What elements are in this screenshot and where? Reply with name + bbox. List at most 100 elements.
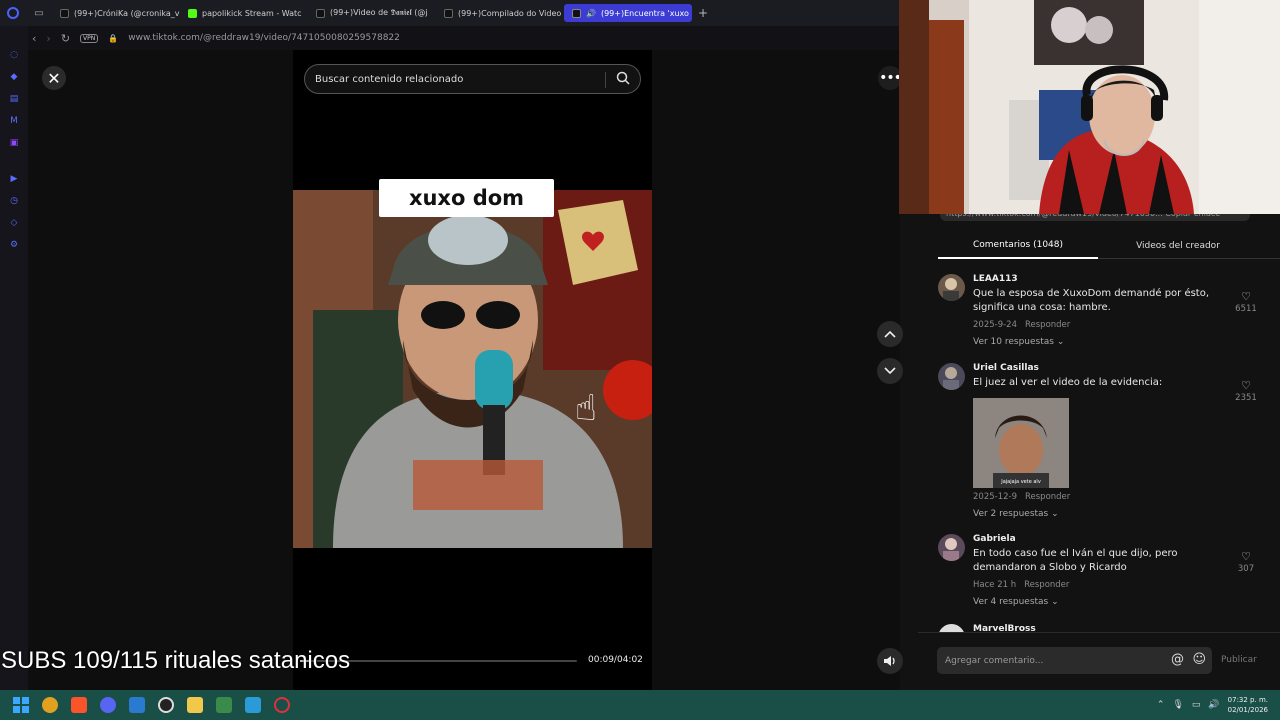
next-video-button[interactable] bbox=[877, 358, 903, 384]
tab-label: (99+)CróniKa (@cronika_v bbox=[74, 8, 180, 18]
comment-username[interactable]: Uriel Casillas bbox=[973, 363, 1039, 373]
microphone-icon[interactable]: 🎙 bbox=[1172, 700, 1183, 710]
opera-logo-icon[interactable] bbox=[0, 0, 26, 26]
avatar[interactable] bbox=[938, 363, 965, 390]
reply-button[interactable]: Responder bbox=[1025, 492, 1070, 502]
clock[interactable]: 07:32 p. m. 02/01/2026 bbox=[1228, 695, 1268, 715]
like-button[interactable]: ♡ 307 bbox=[1235, 550, 1257, 574]
view-replies-label: Ver 2 respuestas bbox=[973, 509, 1049, 519]
avatar[interactable] bbox=[938, 534, 965, 561]
mention-icon[interactable]: @ bbox=[1171, 652, 1184, 667]
tab-label: papolikick Stream - Watc bbox=[202, 8, 302, 18]
crypto-wallet-icon[interactable]: ◆ bbox=[8, 72, 20, 82]
tab-label: (99+)Encuentra 'xuxo bbox=[600, 8, 689, 18]
tab-label: (99+)Compilado do Video bbox=[458, 8, 562, 18]
settings-icon[interactable]: ⚙ bbox=[8, 240, 20, 250]
comment-text: El juez al ver el video de la evidencia: bbox=[973, 377, 1163, 388]
comment-date: 2025-9-24 bbox=[973, 320, 1017, 330]
search-icon[interactable] bbox=[616, 71, 630, 85]
tab-comments[interactable]: Comentarios (1048) bbox=[938, 233, 1098, 259]
chevron-up-icon[interactable]: ⌃ bbox=[1157, 700, 1165, 710]
folder-icon bbox=[186, 697, 203, 713]
chevron-down-icon: ⌄ bbox=[1056, 337, 1065, 347]
gamepad-icon bbox=[215, 697, 232, 713]
panel-tabs: Comentarios (1048) Videos del creador bbox=[938, 233, 1280, 259]
lock-icon[interactable]: 🔒 bbox=[108, 34, 118, 43]
comment-input-placeholder: Agregar comentario... bbox=[945, 655, 1044, 666]
volume-button[interactable] bbox=[877, 648, 903, 674]
avatar[interactable] bbox=[938, 274, 965, 301]
player-icon[interactable]: ▶ bbox=[8, 174, 20, 184]
tiktok-icon bbox=[444, 8, 453, 18]
extensions-icon[interactable]: ◇ bbox=[8, 218, 20, 228]
webcam-image bbox=[899, 0, 1280, 214]
chevron-up-icon bbox=[884, 330, 896, 338]
emoji-icon[interactable]: ☺ bbox=[1192, 652, 1206, 667]
view-replies-button[interactable]: Ver 10 respuestas ⌄ bbox=[973, 337, 1064, 347]
video-player[interactable]: ☝ bbox=[293, 190, 652, 548]
reload-icon[interactable]: ↻ bbox=[61, 32, 70, 45]
tab-creator-videos[interactable]: Videos del creador bbox=[1098, 233, 1258, 259]
messenger-icon[interactable]: ▤ bbox=[8, 94, 20, 104]
close-icon: ✕ bbox=[47, 68, 61, 88]
view-replies-button[interactable]: Ver 4 respuestas ⌄ bbox=[973, 597, 1059, 607]
chevron-down-icon: ⌄ bbox=[1051, 509, 1059, 519]
workspaces-icon[interactable]: ▭ bbox=[26, 0, 52, 26]
view-replies-label: Ver 10 respuestas bbox=[973, 337, 1054, 347]
forward-icon[interactable]: › bbox=[46, 32, 50, 45]
opera-icon bbox=[273, 697, 290, 713]
view-replies-button[interactable]: Ver 2 respuestas ⌄ bbox=[973, 509, 1059, 519]
comment-meta: 2025-9-24 Responder bbox=[973, 320, 1070, 330]
search-bar[interactable]: Buscar contenido relacionado bbox=[304, 64, 641, 94]
store-icon bbox=[128, 697, 145, 713]
history-icon[interactable]: ◷ bbox=[8, 196, 20, 206]
comment-image[interactable]: Jajajaja vete alv bbox=[973, 398, 1069, 488]
comment-meta: 2025-12-9 Responder bbox=[973, 492, 1070, 502]
back-icon[interactable]: ‹ bbox=[32, 32, 36, 45]
heart-icon: ♡ bbox=[1241, 550, 1251, 563]
reply-button[interactable]: Responder bbox=[1024, 580, 1069, 590]
like-button[interactable]: ♡ 2351 bbox=[1235, 379, 1257, 403]
taskbar-app-store[interactable] bbox=[122, 690, 151, 720]
volume-icon[interactable]: 🔊 bbox=[1208, 700, 1219, 710]
url-field[interactable]: www.tiktok.com/@reddraw19/video/74710500… bbox=[128, 33, 400, 43]
taskbar-app-xbox[interactable] bbox=[209, 690, 238, 720]
comment-text: Que la esposa de XuxoDom demandé por ést… bbox=[973, 288, 1210, 313]
view-replies-label: Ver 4 respuestas bbox=[973, 597, 1049, 607]
taskbar-app-explorer[interactable] bbox=[180, 690, 209, 720]
comment-username[interactable]: LEAA113 bbox=[973, 274, 1018, 284]
taskbar-app-coin[interactable] bbox=[35, 690, 64, 720]
publish-button[interactable]: Publicar bbox=[1221, 655, 1257, 665]
vpn-badge[interactable]: VPN bbox=[80, 33, 99, 43]
start-button[interactable] bbox=[6, 690, 35, 720]
network-icon[interactable]: ▭ bbox=[1192, 700, 1201, 710]
browser-tab-1[interactable]: (99+)CróniKa (@cronika_v bbox=[52, 4, 180, 22]
taskbar-app-obs[interactable] bbox=[151, 690, 180, 720]
search-input[interactable]: Buscar contenido relacionado bbox=[315, 74, 463, 85]
stream-overlay-text: SUBS 109/115 rituales satanicos bbox=[1, 647, 351, 674]
new-tab-button[interactable]: + bbox=[692, 6, 714, 20]
comment-meta: Hace 21 h Responder bbox=[973, 580, 1069, 590]
browser-tab-3[interactable]: (99+)Video de 𝕯𝖆𝖓𝖎𝖊𝖑 (@j bbox=[308, 4, 436, 22]
taskbar-app-font[interactable] bbox=[238, 690, 267, 720]
previous-video-button[interactable] bbox=[877, 321, 903, 347]
comment-input[interactable]: Agregar comentario... @ ☺ bbox=[937, 647, 1212, 674]
taskbar-app-opera[interactable] bbox=[267, 690, 296, 720]
close-button[interactable]: ✕ bbox=[42, 66, 66, 90]
browser-tab-4[interactable]: (99+)Compilado do Video bbox=[436, 4, 564, 22]
chevron-down-icon: ⌄ bbox=[1051, 597, 1059, 607]
system-tray: ⌃ 🎙 ▭ 🔊 07:32 p. m. 02/01/2026 bbox=[1157, 690, 1268, 720]
speaker-icon: 🔊 bbox=[586, 8, 596, 18]
twitch-icon[interactable]: ▣ bbox=[8, 138, 20, 148]
taskbar-app-brave[interactable] bbox=[64, 690, 93, 720]
like-button[interactable]: ♡ 6511 bbox=[1235, 290, 1257, 314]
browser-tab-2[interactable]: papolikick Stream - Watc bbox=[180, 4, 308, 22]
taskbar-app-discord[interactable] bbox=[93, 690, 122, 720]
windows-icon bbox=[12, 697, 29, 713]
aria-icon[interactable]: ◌ bbox=[8, 50, 20, 60]
comment-username[interactable]: Gabriela bbox=[973, 534, 1016, 544]
coin-icon bbox=[41, 697, 58, 713]
browser-tab-5[interactable]: 🔊 (99+)Encuentra 'xuxo bbox=[564, 4, 692, 22]
reply-button[interactable]: Responder bbox=[1025, 320, 1070, 330]
mail-icon[interactable]: M bbox=[8, 116, 20, 126]
